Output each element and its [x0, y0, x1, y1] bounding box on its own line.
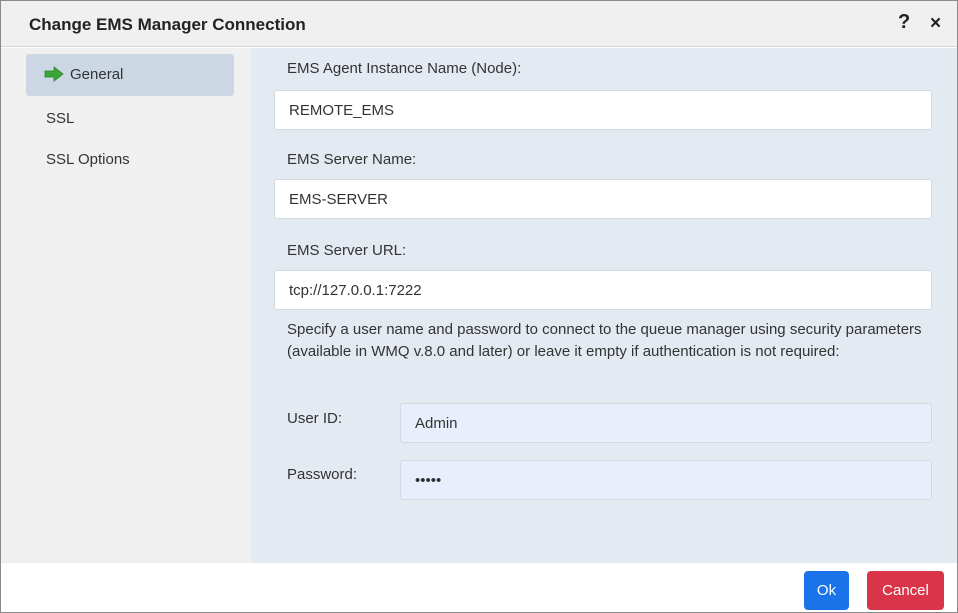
server-name-input[interactable] [274, 179, 932, 219]
arrow-right-icon [44, 66, 64, 82]
password-input[interactable] [400, 460, 932, 500]
dialog-titlebar: Change EMS Manager Connection ? × [1, 1, 957, 47]
dialog-title: Change EMS Manager Connection [29, 15, 306, 34]
change-ems-manager-connection-dialog: Change EMS Manager Connection ? × Genera… [0, 0, 958, 613]
server-url-label: EMS Server URL: [287, 242, 407, 259]
sidebar-item-label: SSL [46, 110, 75, 127]
cancel-button[interactable]: Cancel [867, 571, 944, 610]
authentication-note: Specify a user name and password to conn… [287, 321, 922, 360]
server-name-label: EMS Server Name: [287, 151, 417, 168]
help-icon[interactable]: ? [898, 11, 910, 34]
agent-instance-name-input[interactable] [274, 90, 932, 130]
sidebar-item-general[interactable]: General [26, 54, 234, 96]
sidebar-item-ssl[interactable]: SSL [26, 98, 234, 140]
ok-button[interactable]: Ok [804, 571, 849, 610]
user-id-input[interactable] [400, 403, 932, 443]
password-label: Password: [287, 466, 358, 483]
server-url-input[interactable] [274, 270, 932, 310]
close-icon[interactable]: × [930, 13, 941, 35]
user-id-label: User ID: [287, 410, 343, 427]
sidebar-item-ssl-options[interactable]: SSL Options [26, 139, 234, 181]
sidebar-item-label: SSL Options [46, 151, 130, 168]
sidebar: General SSL SSL Options [1, 48, 251, 563]
agent-instance-name-label: EMS Agent Instance Name (Node): [287, 60, 522, 77]
sidebar-item-label: General [70, 66, 124, 83]
